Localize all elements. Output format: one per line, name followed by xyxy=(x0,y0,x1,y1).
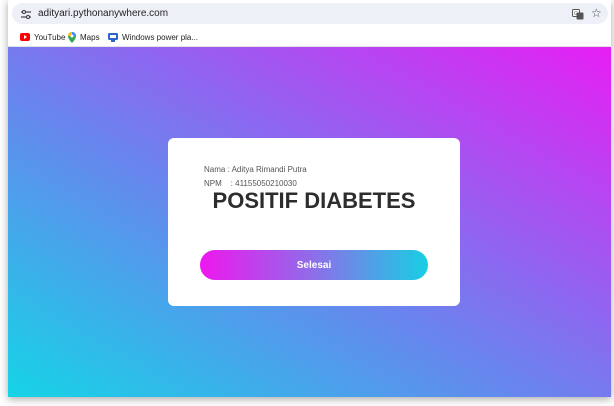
url-field[interactable]: adityari.pythonanywhere.com G ☆ xyxy=(12,3,608,24)
url-text[interactable]: adityari.pythonanywhere.com xyxy=(38,8,168,20)
bookmark-star-icon[interactable]: ☆ xyxy=(591,7,603,19)
result-card: Nama : Aditya Rimandi Putra NPM : 411550… xyxy=(168,138,460,306)
bookmark-label: Windows power pla... xyxy=(122,32,199,42)
windows-power-icon xyxy=(108,32,118,42)
browser-window: adityari.pythonanywhere.com G ☆ YouTube xyxy=(8,0,611,397)
student-name: Nama : Aditya Rimandi Putra xyxy=(204,165,307,174)
bookmark-maps[interactable]: Maps xyxy=(68,31,100,43)
finish-button[interactable]: Selesai xyxy=(200,250,428,280)
bookmark-label: Maps xyxy=(80,32,100,42)
site-settings-icon[interactable] xyxy=(21,10,31,19)
bookmark-windows-power[interactable]: Windows power pla... xyxy=(108,31,198,43)
bookmark-youtube[interactable]: YouTube xyxy=(20,31,65,43)
svg-text:G: G xyxy=(574,11,578,17)
prediction-result: POSITIF DIABETES xyxy=(212,188,416,213)
address-bar: adityari.pythonanywhere.com G ☆ xyxy=(8,0,611,27)
translate-icon[interactable]: G xyxy=(572,9,584,20)
youtube-icon xyxy=(20,33,30,41)
maps-pin-icon xyxy=(68,31,76,43)
page-background: Nama : Aditya Rimandi Putra NPM : 411550… xyxy=(8,47,611,397)
bookmark-label: YouTube xyxy=(34,32,66,42)
bookmarks-bar: YouTube Maps Windows power pla... xyxy=(8,27,611,47)
